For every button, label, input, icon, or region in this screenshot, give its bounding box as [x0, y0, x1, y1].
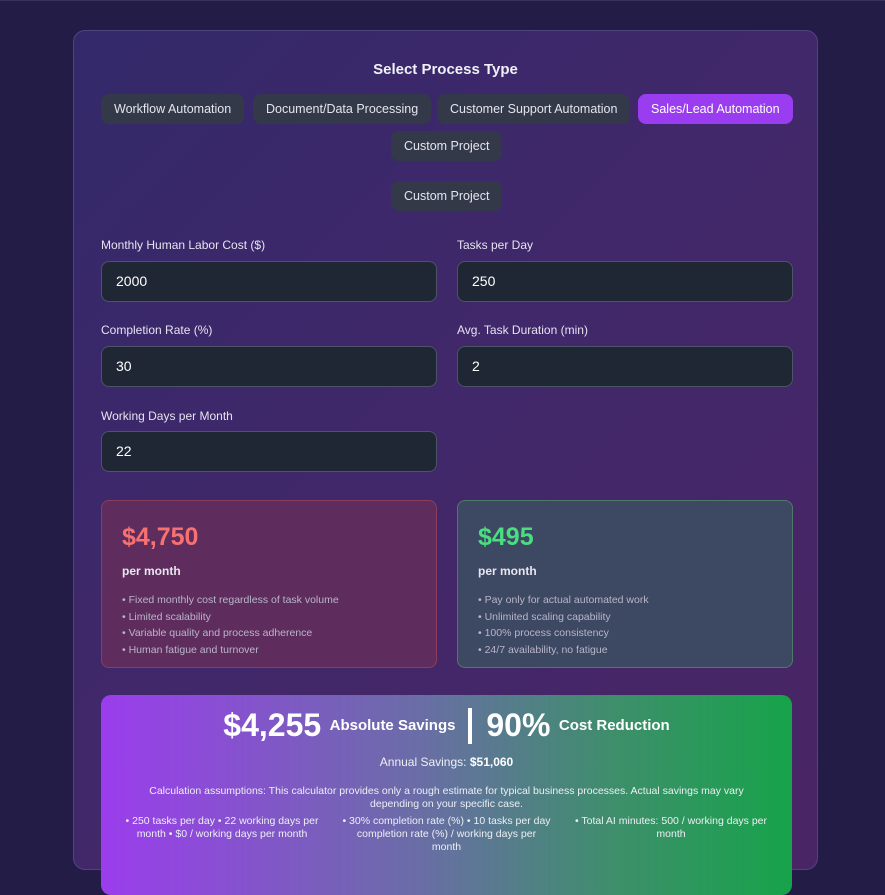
annual-savings-label: Annual Savings:: [379, 755, 467, 769]
ai-cost-period: per month: [478, 564, 537, 578]
cost-reduction-label: Cost Reduction: [558, 717, 670, 734]
human-cost-points: Fixed monthly cost regardless of task vo…: [122, 592, 416, 658]
assumption-details: • 250 tasks per day • 22 working days pe…: [117, 815, 776, 854]
list-item: Fixed monthly cost regardless of task vo…: [122, 592, 416, 609]
absolute-savings-label: Absolute Savings: [329, 717, 456, 734]
human-cost-card: $4,750 per month Fixed monthly cost rega…: [101, 500, 437, 668]
headline-separator: [467, 707, 472, 744]
human-cost-period: per month: [122, 564, 181, 578]
monthly-labor-cost-input[interactable]: 2000: [101, 261, 437, 302]
list-item: Unlimited scaling capability: [478, 609, 772, 626]
tasks-per-day-input[interactable]: 250: [457, 261, 793, 302]
top-divider: [0, 0, 885, 1]
annual-savings-value: $51,060: [469, 755, 514, 769]
assumption-detail: • 30% completion rate (%) • 10 tasks per…: [342, 815, 551, 853]
completion-rate-input[interactable]: 30: [101, 346, 437, 387]
working-days-input[interactable]: 22: [101, 431, 437, 472]
list-item: Limited scalability: [122, 609, 416, 626]
process-type-document-data-processing[interactable]: Document/Data Processing: [253, 94, 432, 124]
completion-rate-label: Completion Rate (%): [101, 323, 213, 337]
tasks-per-day-label: Tasks per Day: [457, 238, 534, 252]
ai-cost-amount: $495: [478, 523, 534, 551]
calculator-card: Select Process Type Workflow Automation …: [73, 30, 818, 895]
list-item: Variable quality and process adherence: [122, 625, 416, 642]
list-item: Human fatigue and turnover: [122, 642, 416, 659]
assumption-detail: • 250 tasks per day • 22 working days pe…: [125, 815, 319, 840]
process-type-sales-lead-automation[interactable]: Sales/Lead Automation: [638, 94, 793, 124]
list-item: Pay only for actual automated work: [478, 592, 772, 609]
process-type-customer-support-automation[interactable]: Customer Support Automation: [437, 94, 631, 124]
avg-task-duration-input[interactable]: 2: [457, 346, 793, 387]
working-days-label: Working Days per Month: [101, 409, 233, 423]
absolute-savings-value: $4,255: [223, 707, 322, 743]
list-item: 100% process consistency: [478, 625, 772, 642]
human-cost-amount: $4,750: [122, 523, 199, 551]
list-item: 24/7 availability, no fatigue: [478, 642, 772, 659]
process-type-workflow-automation[interactable]: Workflow Automation: [101, 94, 245, 124]
cost-reduction-value: 90%: [486, 707, 551, 743]
assumption-detail: • Total AI minutes: 500 / working days p…: [575, 815, 767, 840]
savings-panel: $4,255 Absolute Savings 90% Cost Reducti…: [101, 695, 792, 895]
savings-headline: $4,255 Absolute Savings 90% Cost Reducti…: [101, 707, 792, 744]
annual-savings: Annual Savings: $51,060: [101, 755, 792, 769]
custom-project-button[interactable]: Custom Project: [391, 181, 503, 211]
section-title: Select Process Type: [373, 61, 518, 78]
process-type-custom-project[interactable]: Custom Project: [391, 131, 503, 161]
calculation-assumptions: Calculation assumptions: This calculator…: [149, 785, 744, 810]
ai-cost-card: $495 per month Pay only for actual autom…: [457, 500, 793, 668]
avg-task-duration-label: Avg. Task Duration (min): [457, 323, 588, 337]
ai-cost-points: Pay only for actual automated work Unlim…: [478, 592, 772, 658]
monthly-labor-cost-label: Monthly Human Labor Cost ($): [101, 238, 266, 252]
